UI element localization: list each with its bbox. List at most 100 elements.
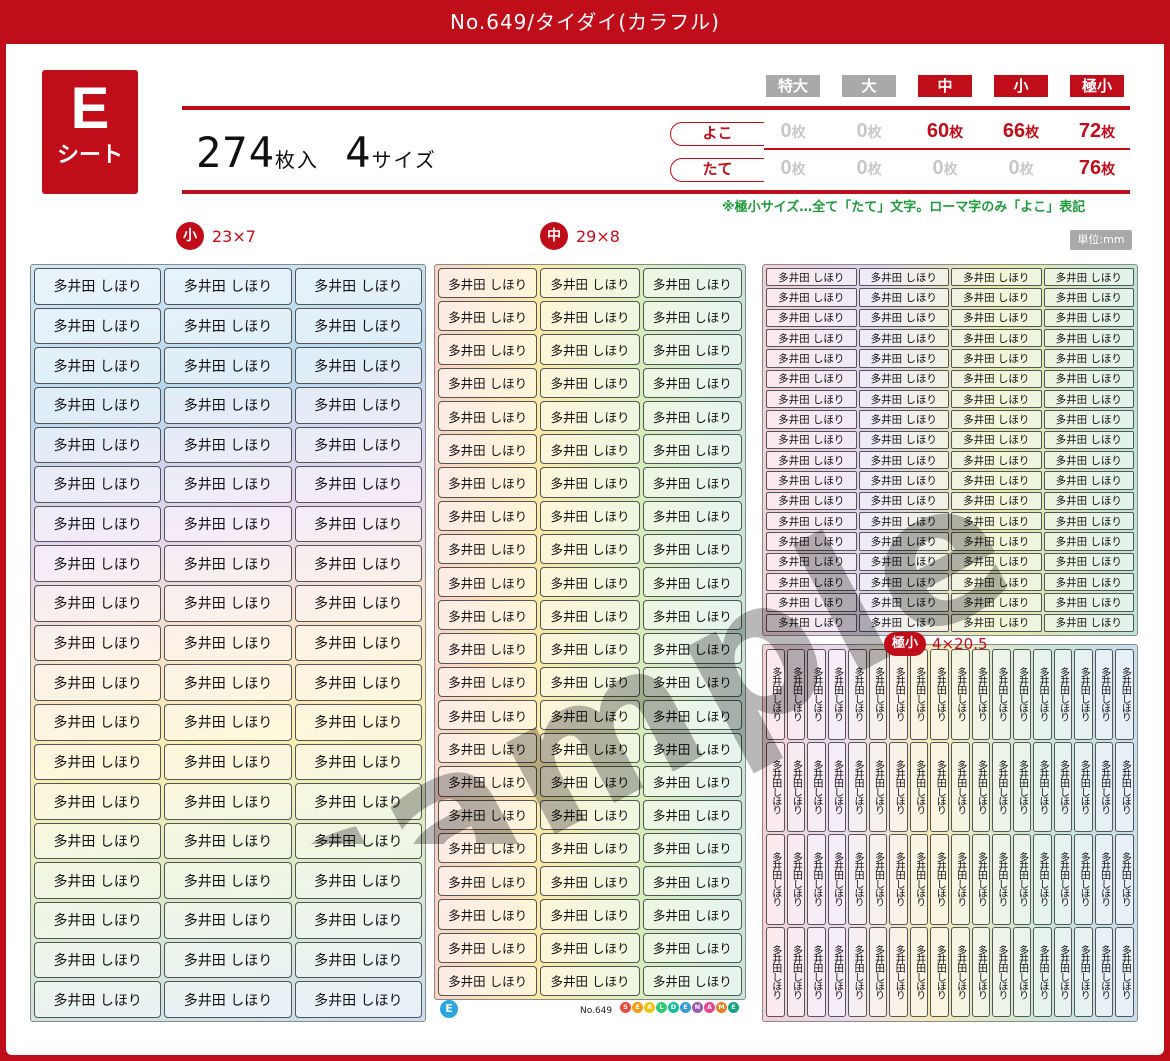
name-label: 多井田 しほり xyxy=(858,390,949,409)
name-label: 多井田 しほり xyxy=(540,733,640,764)
name-label: 多井田 しほり xyxy=(1043,552,1134,571)
name-label: 多井田 しほり xyxy=(642,600,742,631)
name-label: 多井田 しほり xyxy=(164,505,292,543)
vertical-name-label: 多井田しほり xyxy=(827,741,847,832)
vertical-name-label: 多井田しほり xyxy=(766,926,785,1017)
vertical-name-label: 多井田しほり xyxy=(1033,834,1052,925)
name-label: 多井田 しほり xyxy=(951,349,1042,368)
mid-label-sheet: 多井田 しほり 多井田 しほり 多井田 しほり 多井田 しほり 多井田 しほり 多井田 し… xyxy=(434,264,746,1000)
name-label: 多井田 しほり xyxy=(766,573,857,592)
name-label: 多井田 しほり xyxy=(642,899,742,930)
name-label: 多井田 しほり xyxy=(540,567,640,598)
vertical-name-label: 多井田しほり xyxy=(971,834,991,925)
name-label: 多井田 しほり xyxy=(438,633,538,664)
name-label: 多井田 しほり xyxy=(951,593,1042,612)
name-label: 多井田 しほり xyxy=(164,822,292,860)
name-label: 多井田 しほり xyxy=(438,733,538,764)
name-label: 多井田 しほり xyxy=(642,500,742,531)
count-cell: 0枚 xyxy=(780,157,806,179)
name-label: 多井田 しほり xyxy=(438,500,538,531)
vertical-name-label: 多井田しほり xyxy=(786,834,806,925)
vertical-name-label: 多井田しほり xyxy=(1115,926,1134,1017)
vertical-name-label: 多井田しほり xyxy=(930,741,949,832)
name-label: 多井田 しほり xyxy=(164,902,292,939)
name-label: 多井田 しほり xyxy=(1043,329,1134,348)
name-label: 多井田 しほり xyxy=(164,545,292,583)
name-label: 多井田 しほり xyxy=(294,902,422,939)
brand-logo: SEALDENAME xyxy=(620,1002,739,1013)
name-label: 多井田 しほり xyxy=(294,822,422,860)
name-label: 多井田 しほり xyxy=(438,899,538,930)
name-label: 多井田 しほり xyxy=(34,624,162,662)
small-grid-label-sheet: 多井田 しほり 多井田 しほり 多井田 しほり 多井田 しほり 多井田 しほり 多井田 し… xyxy=(762,264,1138,636)
vertical-name-label: 多井田しほり xyxy=(1074,834,1093,925)
brand-letter: N xyxy=(692,1002,703,1013)
name-label: 多井田 しほり xyxy=(294,307,422,345)
name-label: 多井田 しほり xyxy=(766,329,857,348)
name-label: 多井田 しほり xyxy=(766,410,857,429)
name-label: 多井田 しほり xyxy=(1043,288,1134,307)
vertical-name-label: 多井田しほり xyxy=(848,741,867,832)
name-label: 多井田 しほり xyxy=(1043,369,1134,388)
vertical-name-label: 多井田しほり xyxy=(1115,741,1134,832)
name-label: 多井田 しほり xyxy=(438,400,538,432)
name-label: 多井田 しほり xyxy=(34,743,162,781)
size-note: ※極小サイズ…全て「たて」文字。ローマ字のみ「よこ」表記 xyxy=(722,200,1086,215)
name-label: 多井田 しほり xyxy=(164,664,292,701)
name-label: 多井田 しほり xyxy=(951,430,1042,449)
mid-size-badge: 中 xyxy=(540,222,568,250)
name-label: 多井田 しほり xyxy=(540,268,640,299)
name-label: 多井田 しほり xyxy=(1043,308,1134,327)
mid-size-dims: 29×8 xyxy=(576,226,620,246)
name-label: 多井田 しほり xyxy=(438,268,538,299)
name-label: 多井田 しほり xyxy=(766,369,857,388)
name-label: 多井田 しほり xyxy=(766,451,857,470)
vertical-name-label: 多井田しほり xyxy=(766,834,785,925)
name-label: 多井田 しほり xyxy=(951,288,1042,307)
name-label: 多井田 しほり xyxy=(540,899,640,930)
name-label: 多井田 しほり xyxy=(858,268,949,287)
name-label: 多井田 しほり xyxy=(540,799,640,830)
name-label: 多井田 しほり xyxy=(642,666,742,697)
name-label: 多井田 しほり xyxy=(766,268,857,287)
name-label: 多井田 しほり xyxy=(164,386,292,424)
vertical-name-label: 多井田しほり xyxy=(766,741,785,832)
name-label: 多井田 しほり xyxy=(164,347,292,384)
vertical-name-label: 多井田しほり xyxy=(1053,649,1073,740)
name-label: 多井田 しほり xyxy=(1043,613,1134,632)
name-label: 多井田 しほり xyxy=(34,386,162,424)
name-label: 多井田 しほり xyxy=(294,743,422,781)
name-label: 多井田 しほり xyxy=(294,386,422,424)
brand-letter: L xyxy=(656,1002,667,1013)
name-label: 多井田 しほり xyxy=(438,932,538,963)
name-label: 多井田 しほり xyxy=(951,308,1042,327)
name-label: 多井田 しほり xyxy=(1043,491,1134,510)
name-label: 多井田 しほり xyxy=(766,491,857,510)
small-size-label: 小 23×7 xyxy=(176,222,256,250)
name-label: 多井田 しほり xyxy=(294,941,422,979)
name-label: 多井田 しほり xyxy=(34,783,162,820)
brand-letter: E xyxy=(680,1002,691,1013)
name-label: 多井田 しほり xyxy=(766,471,857,490)
name-label: 多井田 しほり xyxy=(540,533,640,565)
name-label: 多井田 しほり xyxy=(34,307,162,345)
name-label: 多井田 しほり xyxy=(34,268,162,305)
name-label: 多井田 しほり xyxy=(438,301,538,332)
size-header-2: 中 xyxy=(918,75,972,97)
vertical-name-label: 多井田しほり xyxy=(889,926,908,1017)
name-label: 多井田 しほり xyxy=(858,308,949,327)
name-label: 多井田 しほり xyxy=(858,491,949,510)
tiny-size-dims: 4×20.5 xyxy=(932,635,988,653)
name-label: 多井田 しほり xyxy=(858,593,949,612)
name-label: 多井田 しほり xyxy=(34,941,162,979)
vertical-name-label: 多井田しほり xyxy=(909,834,929,925)
name-label: 多井田 しほり xyxy=(642,567,742,598)
name-label: 多井田 しほり xyxy=(164,703,292,741)
name-label: 多井田 しほり xyxy=(642,533,742,565)
name-label: 多井田 しほり xyxy=(438,334,538,365)
name-label: 多井田 しほり xyxy=(164,307,292,345)
name-label: 多井田 しほり xyxy=(438,799,538,830)
name-label: 多井田 しほり xyxy=(540,932,640,963)
vertical-name-label: 多井田しほり xyxy=(992,741,1011,832)
name-label: 多井田 しほり xyxy=(34,545,162,583)
